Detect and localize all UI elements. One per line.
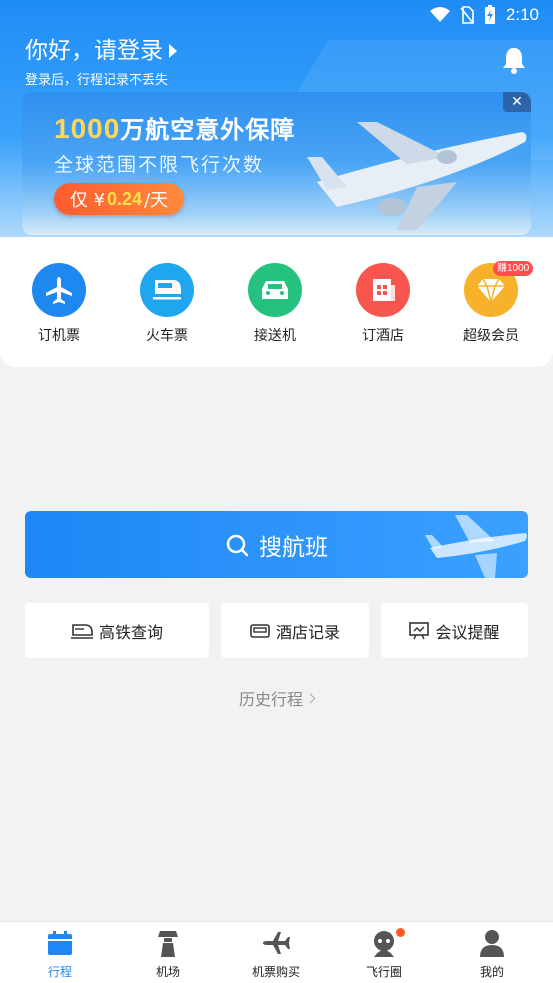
service-train[interactable]: 火车票	[127, 263, 207, 345]
service-airport-transfer[interactable]: 接送机	[235, 263, 315, 345]
bell-icon[interactable]	[499, 45, 529, 75]
high-speed-rail-icon	[70, 623, 93, 639]
train-icon	[140, 263, 194, 317]
meeting-reminder-button[interactable]: 会议提醒	[381, 603, 528, 658]
user-icon	[480, 930, 504, 957]
service-hotel[interactable]: 订酒店	[343, 263, 423, 345]
bottom-tab-bar: 行程 机场 机票购买 飞行圈 我的	[0, 921, 553, 983]
vip-earn-badge: 赚1000	[493, 261, 534, 276]
airplane-decoration	[425, 515, 527, 578]
cta-price: 0.24	[107, 188, 143, 209]
history-trips-link[interactable]: 历史行程	[0, 686, 553, 710]
tab-itinerary[interactable]: 行程	[15, 928, 105, 980]
banner-cta-button[interactable]: 仅 ¥0.24/天	[54, 183, 184, 215]
tab-label: 我的	[479, 965, 504, 979]
banner-title: 1000万航空意外保障	[54, 110, 295, 145]
no-sim-icon	[460, 6, 474, 24]
search-flights-button[interactable]: 搜航班	[25, 511, 528, 578]
tab-label: 行程	[47, 965, 72, 979]
login-prompt[interactable]: 你好，请登录 登录后，行程记录不丢失	[25, 37, 177, 88]
airplane-illustration	[307, 122, 527, 230]
hotel-records-button[interactable]: 酒店记录	[221, 603, 369, 658]
service-label: 火车票	[146, 328, 188, 344]
car-icon	[248, 263, 302, 317]
plane-icon	[32, 263, 86, 317]
history-label[interactable]: 历史行程	[239, 690, 303, 709]
service-label: 接送机	[254, 328, 296, 344]
wifi-icon	[429, 7, 450, 22]
meeting-icon	[409, 621, 430, 639]
tab-label: 机场	[155, 965, 180, 979]
cta-suffix: /天	[144, 190, 169, 211]
service-label: 订机票	[38, 328, 80, 344]
greeting-title[interactable]: 你好，请登录	[25, 37, 163, 65]
banner-title-text: 万航空意外保障	[120, 116, 296, 144]
banner-title-number: 1000	[54, 113, 121, 144]
bed-icon	[250, 623, 270, 638]
tab-flight-circle[interactable]: 飞行圈	[339, 928, 429, 980]
quick-action-label: 高铁查询	[98, 622, 163, 642]
battery-charging-icon	[484, 5, 495, 24]
quick-action-label: 会议提醒	[435, 622, 500, 642]
tab-label: 飞行圈	[365, 965, 402, 979]
greeting-subtitle: 登录后，行程记录不丢失	[25, 73, 169, 88]
service-label: 订酒店	[362, 328, 404, 344]
close-icon: ✕	[511, 94, 523, 110]
tab-airport[interactable]: 机场	[123, 928, 213, 980]
community-icon	[374, 931, 394, 957]
status-bar: 2:10	[0, 0, 553, 30]
calendar-icon	[48, 931, 72, 955]
status-time: 2:10	[505, 5, 539, 24]
banner-subtitle: 全球范围不限飞行次数	[54, 154, 265, 176]
notification-dot	[396, 928, 405, 937]
service-label: 超级会员	[463, 328, 519, 344]
tab-label: 机票购买	[251, 965, 300, 979]
insurance-banner[interactable]: 1000万航空意外保障 全球范围不限飞行次数 仅 ¥0.24/天 ✕	[22, 92, 531, 235]
close-banner-button[interactable]: ✕	[503, 92, 531, 112]
chevron-right-icon	[305, 693, 316, 704]
caret-right-icon	[169, 44, 177, 58]
high-speed-rail-button[interactable]: 高铁查询	[25, 603, 209, 658]
search-icon	[226, 534, 249, 556]
service-grid: 订机票 火车票 接送机 订酒店 超级会员	[0, 237, 553, 367]
hotel-icon	[356, 263, 410, 317]
search-flights-label: 搜航班	[259, 534, 328, 561]
quick-action-label: 酒店记录	[275, 622, 340, 642]
tab-profile[interactable]: 我的	[447, 928, 537, 980]
service-book-flight[interactable]: 订机票	[19, 263, 99, 345]
tab-buy-tickets[interactable]: 机票购买	[231, 928, 321, 980]
cta-prefix: 仅 ¥	[69, 190, 106, 211]
plane-icon	[263, 932, 290, 954]
control-tower-icon	[158, 931, 178, 957]
